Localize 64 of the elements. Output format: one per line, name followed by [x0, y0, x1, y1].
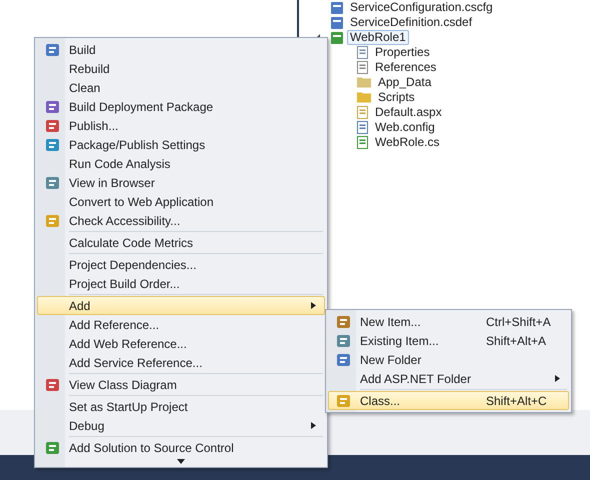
tree-item[interactable]: App_Data: [375, 75, 434, 90]
menu-item-icon: [46, 442, 58, 454]
menu-item[interactable]: Build Deployment Package: [37, 97, 325, 116]
menu-item-icon: [46, 44, 58, 56]
file-icon: [331, 32, 343, 44]
menu-item-icon: [46, 176, 58, 188]
menu-item-icon: [46, 138, 58, 150]
menu-item[interactable]: View Class Diagram: [37, 375, 325, 394]
scroll-down-arrow-icon[interactable]: [177, 458, 185, 464]
menu-item-icon: [46, 120, 58, 132]
menu-item-icon: [336, 394, 350, 406]
menu-item[interactable]: Publish...: [37, 116, 325, 135]
folder-icon: [357, 77, 371, 88]
menu-item-icon: [336, 354, 350, 366]
file-icon: [357, 46, 368, 59]
menu-item[interactable]: Set as StartUp Project: [37, 397, 325, 416]
folder-icon: [357, 92, 371, 103]
menu-item[interactable]: Clean: [37, 78, 325, 97]
file-icon: [357, 106, 368, 119]
file-icon: [357, 121, 368, 134]
file-icon: [357, 61, 368, 74]
file-icon: [357, 136, 368, 149]
menu-item[interactable]: Add Reference...: [37, 315, 325, 334]
tree-item[interactable]: Scripts: [375, 90, 418, 105]
submenu-arrow-icon: [555, 375, 560, 382]
menu-item[interactable]: Add Solution to Source Control: [37, 438, 325, 457]
menu-item-icon: [46, 100, 58, 112]
menu-item[interactable]: Check Accessibility...: [37, 211, 325, 230]
tree-item[interactable]: ServiceConfiguration.cscfg: [347, 0, 496, 15]
tree-item[interactable]: References: [372, 60, 440, 75]
tree-item[interactable]: WebRole.cs: [372, 135, 442, 150]
menu-item[interactable]: Add Service Reference...: [37, 353, 325, 372]
menu-item[interactable]: New Item... Ctrl+Shift+A: [328, 312, 569, 331]
tree-item[interactable]: ServiceDefinition.csdef: [347, 15, 476, 30]
shortcut-text: Ctrl+Shift+A: [486, 314, 552, 328]
shortcut-text: Shift+Alt+C: [486, 394, 548, 408]
menu-item[interactable]: Calculate Code Metrics: [37, 233, 325, 252]
menu-item[interactable]: Run Code Analysis: [37, 154, 325, 173]
menu-item[interactable]: Rebuild: [37, 59, 325, 78]
menu-item[interactable]: Add ASP.NET Folder: [328, 369, 569, 388]
menu-item[interactable]: Project Dependencies...: [37, 255, 325, 274]
menu-item[interactable]: Convert to Web Application: [37, 192, 325, 211]
tree-item[interactable]: Properties: [372, 45, 433, 60]
menu-item[interactable]: Add Web Reference...: [37, 334, 325, 353]
menu-item[interactable]: Build: [37, 40, 325, 59]
menu-item[interactable]: View in Browser: [37, 173, 325, 192]
submenu-arrow-icon: [311, 422, 316, 429]
tree-item[interactable]: WebRole1: [347, 30, 409, 45]
menu-item[interactable]: Package/Publish Settings: [37, 135, 325, 154]
menu-item[interactable]: Project Build Order...: [37, 274, 325, 293]
menu-item[interactable]: Class... Shift+Alt+C: [328, 391, 569, 410]
menu-item[interactable]: Add: [37, 296, 325, 315]
menu-item[interactable]: Debug: [37, 416, 325, 435]
file-icon: [331, 16, 343, 28]
tree-item[interactable]: Web.config: [372, 120, 438, 135]
menu-item-icon: [336, 334, 350, 346]
shortcut-text: Shift+Alt+A: [486, 334, 548, 348]
submenu-arrow-icon: [311, 302, 316, 309]
menu-item[interactable]: New Folder: [328, 350, 569, 369]
menu-item[interactable]: Existing Item... Shift+Alt+A: [328, 331, 569, 350]
menu-item-icon: [46, 214, 58, 226]
tree-item[interactable]: Default.aspx: [372, 105, 445, 120]
menu-item-icon: [336, 316, 350, 328]
menu-item-icon: [46, 378, 58, 390]
